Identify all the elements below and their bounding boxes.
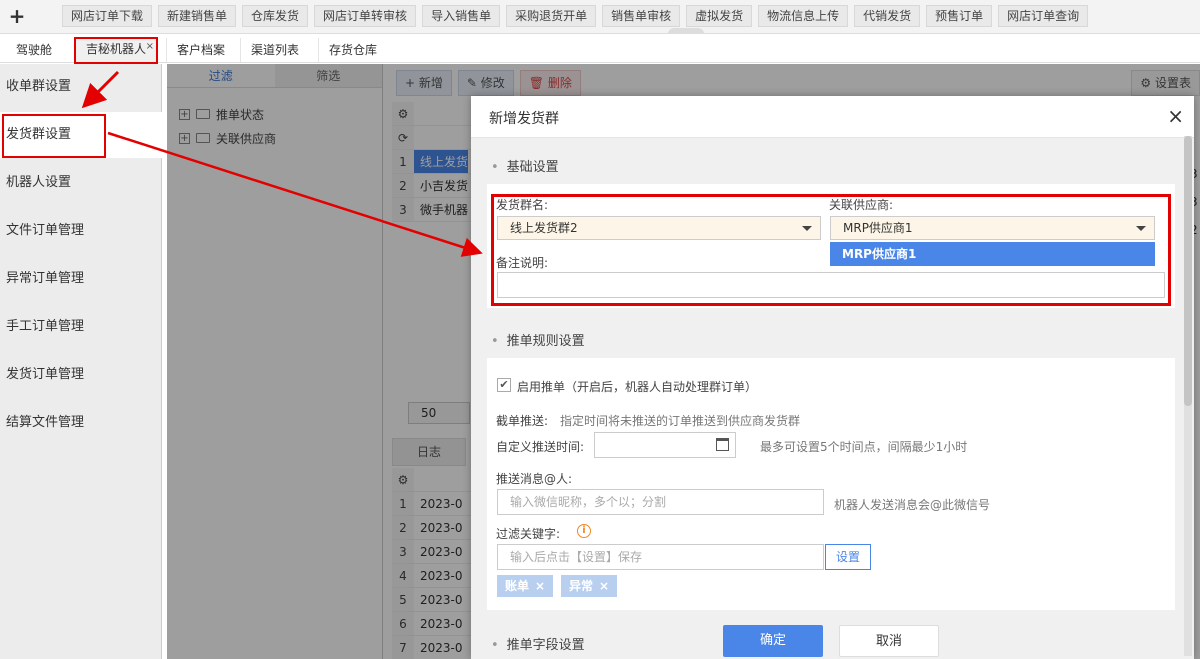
keyword-tag: 异常 ×	[561, 575, 618, 597]
custom-time-label: 自定义推送时间:	[496, 440, 585, 454]
section-push-rules: 推单规则设置	[491, 330, 585, 349]
close-icon[interactable]: ×	[146, 37, 154, 57]
info-icon[interactable]: i	[577, 524, 591, 538]
mention-placeholder: 输入微信昵称，多个以；分割	[510, 495, 667, 509]
scrollbar-thumb[interactable]	[1184, 136, 1192, 406]
calendar-icon[interactable]	[716, 438, 729, 451]
keyword-label: 过滤关键字:	[496, 527, 561, 541]
toolbar-button[interactable]: 虚拟发货	[686, 5, 753, 27]
keyword-tag: 账单 ×	[497, 575, 554, 597]
dialog-scrollbar[interactable]	[1184, 136, 1192, 656]
enable-push-label: 启用推单（开启后，机器人自动处理群订单）	[517, 380, 758, 394]
confirm-button[interactable]: 确定	[723, 625, 823, 657]
sidebar-item-exception-orders[interactable]: 异常订单管理	[0, 256, 162, 302]
close-icon[interactable]: ×	[599, 579, 609, 593]
tab-row: 驾驶舱 吉秘机器人 × 客户档案 渠道列表 存货仓库	[0, 37, 1200, 64]
toolbar-button[interactable]: 导入销售单	[422, 5, 501, 27]
sidebar-item-shipping-orders[interactable]: 发货订单管理	[0, 352, 162, 398]
enable-push-checkbox[interactable]: ✔	[497, 378, 511, 392]
toolbar-button[interactable]: 采购退货开单	[506, 5, 597, 27]
tag-label: 账单	[505, 579, 530, 593]
toolbar-button[interactable]: 网店订单下载	[62, 5, 153, 27]
toolbar-button[interactable]: 预售订单	[926, 5, 993, 27]
new-delivery-group-dialog: 新增发货群 × 基础设置 发货群名: 线上发货群2 关联供应商: MRP供应商1…	[471, 96, 1194, 659]
close-icon[interactable]: ×	[1167, 104, 1184, 128]
toolbar-button[interactable]: 网店订单查询	[998, 5, 1089, 27]
sidebar-item-receive-group[interactable]: 收单群设置	[0, 64, 162, 110]
dialog-header: 新增发货群 ×	[471, 96, 1194, 138]
dialog-title: 新增发货群	[489, 111, 559, 127]
sidebar-item-file-orders[interactable]: 文件订单管理	[0, 208, 162, 254]
toolbar-button[interactable]: 代销发货	[854, 5, 921, 27]
keyword-input[interactable]: 输入后点击【设置】保存	[497, 544, 824, 570]
push-rules-card: ✔ 启用推单（开启后，机器人自动处理群订单） 截单推送: 指定时间将未推送的订单…	[487, 358, 1175, 610]
cutoff-hint: 指定时间将未推送的订单推送到供应商发货群	[560, 414, 801, 428]
mention-input[interactable]: 输入微信昵称，多个以；分割	[497, 489, 824, 515]
custom-time-hint: 最多可设置5个时间点，间隔最少1小时	[760, 440, 968, 454]
keyword-placeholder: 输入后点击【设置】保存	[510, 550, 643, 564]
add-icon[interactable]: +	[6, 5, 28, 27]
sidebar-item-delivery-group[interactable]: 发货群设置	[0, 112, 162, 158]
annotation-highlight-box	[491, 194, 1171, 306]
toolbar-button[interactable]: 新建销售单	[158, 5, 237, 27]
tab-cockpit[interactable]: 驾驶舱	[6, 38, 62, 62]
cutoff-label: 截单推送:	[496, 414, 549, 428]
tab-jimi-robot[interactable]: 吉秘机器人 ×	[74, 37, 159, 64]
sidebar-item-manual-orders[interactable]: 手工订单管理	[0, 304, 162, 350]
toolbar-button[interactable]: 物流信息上传	[758, 5, 849, 27]
custom-time-input[interactable]	[594, 432, 736, 458]
mention-hint: 机器人发送消息会@此微信号	[834, 498, 991, 512]
keyword-set-button[interactable]: 设置	[825, 544, 872, 570]
mention-label: 推送消息@人:	[496, 472, 573, 486]
close-icon[interactable]: ×	[535, 579, 545, 593]
toolbar-button[interactable]: 仓库发货	[242, 5, 309, 27]
annotation-highlight-box	[2, 114, 106, 158]
sidebar-item-robot-settings[interactable]: 机器人设置	[0, 160, 162, 206]
tab-channels[interactable]: 渠道列表	[240, 38, 309, 62]
tab-label: 吉秘机器人	[86, 42, 147, 56]
toolbar-button[interactable]: 销售单审核	[602, 5, 681, 27]
toolbar-buttons: 网店订单下载 新建销售单 仓库发货 网店订单转审核 导入销售单 采购退货开单 销…	[62, 5, 1089, 27]
toolbar-button[interactable]: 网店订单转审核	[314, 5, 417, 27]
sidebar: 收单群设置 发货群设置 机器人设置 文件订单管理 异常订单管理 手工订单管理 发…	[0, 64, 162, 659]
sidebar-item-settlement-files[interactable]: 结算文件管理	[0, 400, 162, 446]
cancel-button[interactable]: 取消	[839, 625, 939, 657]
tag-label: 异常	[569, 579, 594, 593]
tab-inventory[interactable]: 存货仓库	[318, 38, 387, 62]
section-push-fields: 推单字段设置	[491, 634, 585, 653]
tab-customers[interactable]: 客户档案	[166, 38, 235, 62]
collapse-handle[interactable]	[668, 28, 704, 34]
section-basic-settings: 基础设置	[491, 156, 559, 175]
top-toolbar: + 网店订单下载 新建销售单 仓库发货 网店订单转审核 导入销售单 采购退货开单…	[0, 0, 1200, 34]
